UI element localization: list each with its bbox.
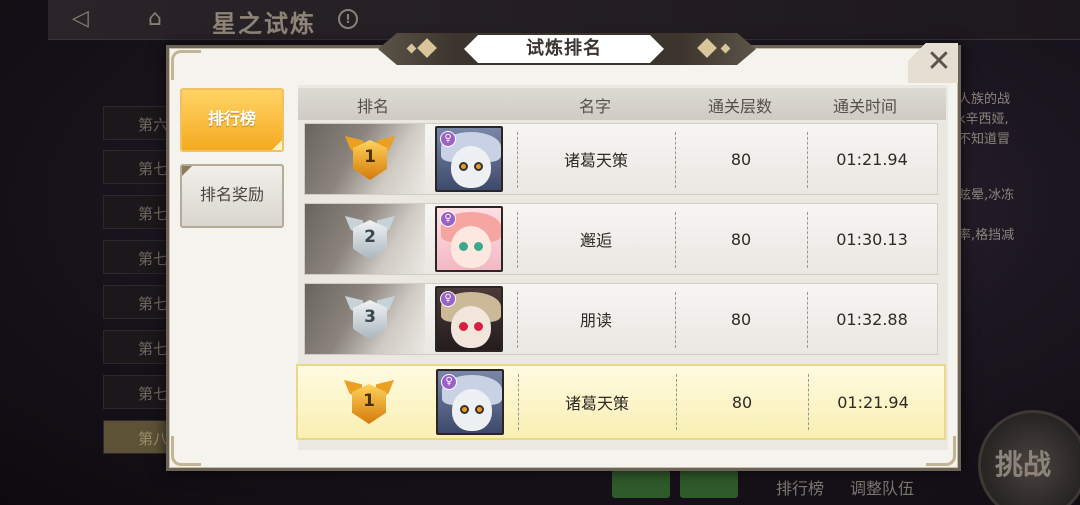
tab-leaderboard[interactable]: 排行榜 — [180, 88, 284, 152]
table-row[interactable]: 2 ♀ 邂逅 80 01:30.13 — [304, 203, 938, 275]
close-icon[interactable]: ✕ — [908, 43, 958, 83]
clear-time: 01:30.13 — [836, 229, 908, 249]
rank-number: 2 — [364, 227, 376, 247]
player-avatar[interactable]: ♀ — [435, 206, 503, 272]
floors-cleared: 80 — [730, 229, 752, 249]
player-avatar[interactable]: ♀ — [436, 369, 504, 435]
header-time: 通关时间 — [832, 97, 897, 116]
stage-list-item[interactable]: 第七 — [103, 150, 169, 184]
clear-time: 01:21.94 — [837, 392, 909, 412]
stage-list-item[interactable]: 第七 — [103, 330, 169, 364]
stage-description-line: 眩晕,冰冻 — [958, 188, 1015, 203]
clear-time: 01:21.94 — [836, 149, 908, 169]
header-floors: 通关层数 — [707, 97, 772, 116]
stage-description-line: 率,格挡减 — [958, 228, 1015, 243]
player-name: 诸葛天策 — [564, 394, 629, 413]
confirm-check-button[interactable] — [612, 470, 670, 498]
frame-corner — [171, 436, 201, 466]
header-name: 名字 — [578, 97, 611, 116]
tab-rank-rewards[interactable]: 排名奖励 — [180, 164, 284, 228]
stage-list-item[interactable]: 第六 — [103, 106, 169, 140]
female-symbol-icon: ♀ — [440, 211, 456, 227]
stage-list-item[interactable]: 第七 — [103, 195, 169, 229]
player-name: 朋读 — [579, 311, 612, 330]
stage-description-line: 人族的战 — [958, 92, 1011, 107]
modal-title: 试炼排名 — [464, 35, 664, 63]
stage-description-line: 不知道冒 — [958, 132, 1011, 147]
player-name: 邂逅 — [579, 231, 612, 250]
floors-cleared: 80 — [730, 149, 752, 169]
rank-number: 1 — [363, 391, 375, 411]
female-symbol-icon: ♀ — [440, 291, 456, 307]
stage-description-line: k辛西娅, — [958, 112, 1009, 127]
back-icon[interactable]: ◁ — [72, 6, 89, 31]
female-symbol-icon: ♀ — [441, 374, 457, 390]
home-icon[interactable]: ⌂ — [148, 6, 162, 31]
floors-cleared: 80 — [730, 309, 752, 329]
floors-cleared: 80 — [731, 392, 753, 412]
adjust-team-button[interactable]: 调整队伍 — [850, 475, 914, 499]
clear-time: 01:32.88 — [836, 309, 908, 329]
player-avatar[interactable]: ♀ — [435, 286, 503, 352]
leaderboard-button[interactable]: 排行榜 — [776, 475, 824, 499]
rank-number: 1 — [364, 147, 376, 167]
screen-title: 星之试炼 — [212, 9, 316, 38]
female-symbol-icon: ♀ — [440, 131, 456, 147]
silver-medal-icon: 2 — [343, 210, 397, 268]
frame-corner — [171, 50, 201, 80]
gold-medal-icon: 1 — [343, 130, 397, 188]
table-row[interactable]: 1 ♀ 诸葛天策 80 01:21.94 — [304, 123, 938, 195]
silver-medal-icon: 3 — [343, 290, 397, 348]
stage-list-item[interactable]: 第七 — [103, 285, 169, 319]
gold-medal-icon: 1 — [342, 374, 396, 432]
my-rank-row[interactable]: 1 ♀ 诸葛天策 80 01:21.94 — [296, 364, 946, 440]
stage-list-item-selected[interactable]: 第八 — [103, 420, 169, 454]
rank-number: 3 — [364, 307, 376, 327]
table-row[interactable]: 3 ♀ 朋读 80 01:32.88 — [304, 283, 938, 355]
player-avatar[interactable]: ♀ — [435, 126, 503, 192]
header-rank: 排名 — [356, 97, 389, 116]
confirm-check-button[interactable] — [680, 470, 738, 498]
player-name: 诸葛天策 — [563, 151, 628, 170]
stage-list-item[interactable]: 第七 — [103, 240, 169, 274]
stage-list-item[interactable]: 第七 — [103, 375, 169, 409]
help-icon[interactable]: ! — [338, 9, 358, 29]
